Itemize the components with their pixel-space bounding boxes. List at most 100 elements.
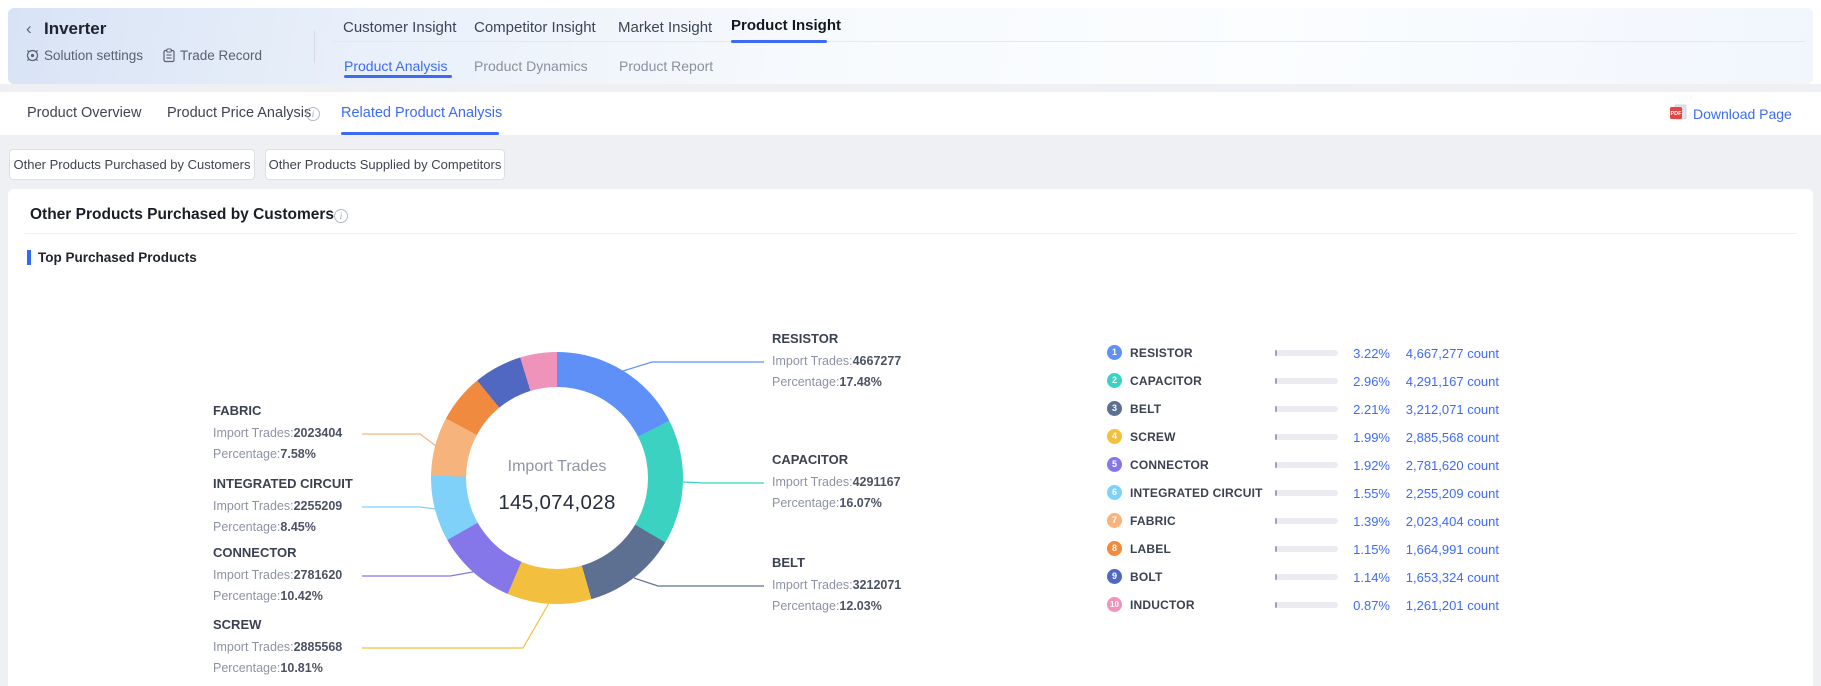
ranking-row[interactable]: 6 INTEGRATED CIRCUIT 1.55% 2,255,209 count: [1100, 479, 1520, 507]
rank-badge: 2: [1107, 373, 1122, 388]
trade-record-label: Trade Record: [180, 48, 262, 63]
tab-product-overview[interactable]: Product Overview: [27, 105, 141, 121]
solution-settings-icon: [25, 48, 40, 63]
ranking-percentage: 3.22%: [1330, 346, 1390, 361]
ranking-progress-fill: [1275, 434, 1277, 440]
ranking-count: 2,255,209 count: [1397, 486, 1499, 501]
callout-percentage: Percentage:10.81%: [213, 658, 342, 679]
filter-supplied-by-competitors-button[interactable]: Other Products Supplied by Competitors: [265, 149, 505, 180]
ranking-product-name: BELT: [1130, 402, 1161, 416]
tab-related-product-analysis[interactable]: Related Product Analysis: [341, 105, 502, 121]
back-chevron-icon[interactable]: ‹: [26, 20, 32, 38]
ranking-progress-fill: [1275, 490, 1277, 496]
ranking-product-name: LABEL: [1130, 542, 1171, 556]
ranking-row[interactable]: 3BELT2.21%3,212,071 count: [1100, 395, 1520, 423]
ranking-progress-bar: [1275, 518, 1338, 524]
donut-hole: [466, 387, 648, 569]
callout-import-trades: Import Trades:2255209: [213, 496, 353, 517]
callout-percentage: Percentage:10.42%: [213, 586, 342, 607]
callout-percentage: Percentage:17.48%: [772, 372, 901, 393]
rank-badge: 5: [1107, 457, 1122, 472]
donut-callout: FABRIC Import Trades:2023404Percentage:7.…: [213, 403, 342, 464]
rank-badge: 6: [1107, 485, 1122, 500]
subtab-product-analysis[interactable]: Product Analysis: [344, 58, 448, 74]
ranking-row[interactable]: 2CAPACITOR2.96%4,291,167 count: [1100, 367, 1520, 395]
ranking-product-name: CONNECTOR: [1130, 458, 1209, 472]
donut-callout: SCREW Import Trades:2885568Percentage:10.…: [213, 617, 342, 678]
ranking-percentage: 1.39%: [1330, 514, 1390, 529]
callout-product-name: FABRIC: [213, 403, 342, 418]
ranking-row[interactable]: 9BOLT1.14%1,653,324 count: [1100, 563, 1520, 591]
download-page-button[interactable]: PDF Download Page: [1669, 104, 1792, 124]
header-divider-vertical: [314, 31, 315, 63]
rank-badge: 4: [1107, 429, 1122, 444]
callout-import-trades: Import Trades:2885568: [213, 637, 342, 658]
ranking-row[interactable]: 7FABRIC1.39%2,023,404 count: [1100, 507, 1520, 535]
ranking-percentage: 1.14%: [1330, 570, 1390, 585]
rank-badge: 8: [1107, 541, 1122, 556]
donut-callout: BELT Import Trades:3212071Percentage:12.0…: [772, 555, 901, 616]
ranking-percentage: 2.96%: [1330, 374, 1390, 389]
tab-market-insight[interactable]: Market Insight: [618, 19, 712, 36]
ranking-count: 2,023,404 count: [1397, 514, 1499, 529]
callout-import-trades: Import Trades:4291167: [772, 472, 901, 493]
active-subtab-underline: [344, 75, 452, 78]
ranking-row[interactable]: 8LABEL1.15%1,664,991 count: [1100, 535, 1520, 563]
tab-product-price-analysis[interactable]: Product Price Analysis: [167, 105, 311, 121]
callout-import-trades: Import Trades:4667277: [772, 351, 901, 372]
ranking-progress-fill: [1275, 462, 1277, 468]
callout-percentage: Percentage:12.03%: [772, 596, 901, 617]
ranking-progress-bar: [1275, 462, 1338, 468]
ranking-progress-bar: [1275, 434, 1338, 440]
solution-settings-link[interactable]: Solution settings: [25, 48, 143, 63]
download-page-label: Download Page: [1693, 106, 1792, 122]
tab-customer-insight[interactable]: Customer Insight: [343, 19, 456, 36]
ranking-row[interactable]: 4SCREW1.99%2,885,568 count: [1100, 423, 1520, 451]
ranking-product-name: INDUCTOR: [1130, 598, 1195, 612]
section-info-icon[interactable]: i: [334, 209, 348, 223]
subtab-product-report[interactable]: Product Report: [619, 58, 713, 74]
tab-competitor-insight[interactable]: Competitor Insight: [474, 19, 596, 36]
callout-product-name: CAPACITOR: [772, 452, 901, 467]
donut-callout: RESISTOR Import Trades:4667277Percentage:…: [772, 331, 901, 392]
donut-center-label: Import Trades: [431, 458, 683, 476]
ranking-count: 2,885,568 count: [1397, 430, 1499, 445]
solution-settings-label: Solution settings: [44, 48, 143, 63]
subtitle-accent-bar: [27, 250, 31, 265]
ranking-count: 4,667,277 count: [1397, 346, 1499, 361]
callout-product-name: SCREW: [213, 617, 342, 632]
donut-callout: CONNECTORImport Trades:2781620Percentage…: [213, 545, 342, 606]
ranking-progress-fill: [1275, 406, 1277, 412]
ranking-progress-bar: [1275, 350, 1338, 356]
callout-import-trades: Import Trades:3212071: [772, 575, 901, 596]
page-title: Inverter: [44, 19, 106, 39]
ranking-percentage: 1.99%: [1330, 430, 1390, 445]
price-analysis-info-icon[interactable]: i: [306, 107, 320, 121]
section-title: Other Products Purchased by Customers: [30, 206, 334, 224]
ranking-product-name: BOLT: [1130, 570, 1163, 584]
tab-product-insight[interactable]: Product Insight: [731, 17, 841, 34]
active-tab-underline: [731, 40, 827, 43]
callout-percentage: Percentage:8.45%: [213, 517, 353, 538]
ranking-progress-fill: [1275, 574, 1277, 580]
callout-product-name: RESISTOR: [772, 331, 901, 346]
ranking-row[interactable]: 10INDUCTOR0.87%1,261,201 count: [1100, 591, 1520, 619]
ranking-progress-fill: [1275, 546, 1277, 552]
ranking-product-name: INTEGRATED CIRCUIT: [1130, 486, 1263, 500]
active-nav2-underline: [341, 132, 499, 135]
trade-record-link[interactable]: Trade Record: [162, 48, 262, 63]
ranking-percentage: 1.55%: [1330, 486, 1390, 501]
trade-record-icon: [162, 48, 176, 63]
rank-badge: 10: [1107, 597, 1122, 612]
callout-import-trades: Import Trades:2023404: [213, 423, 342, 444]
ranking-row[interactable]: 1RESISTOR3.22%4,667,277 count: [1100, 339, 1520, 367]
ranking-row[interactable]: 5CONNECTOR1.92%2,781,620 count: [1100, 451, 1520, 479]
ranking-count: 1,261,201 count: [1397, 598, 1499, 613]
subtab-product-dynamics[interactable]: Product Dynamics: [474, 58, 588, 74]
ranking-product-name: RESISTOR: [1130, 346, 1193, 360]
callout-product-name: BELT: [772, 555, 901, 570]
filter-purchased-by-customers-button[interactable]: Other Products Purchased by Customers: [9, 149, 255, 180]
ranking-progress-fill: [1275, 350, 1277, 356]
callout-percentage: Percentage:7.58%: [213, 444, 342, 465]
section-divider: [24, 233, 1797, 234]
